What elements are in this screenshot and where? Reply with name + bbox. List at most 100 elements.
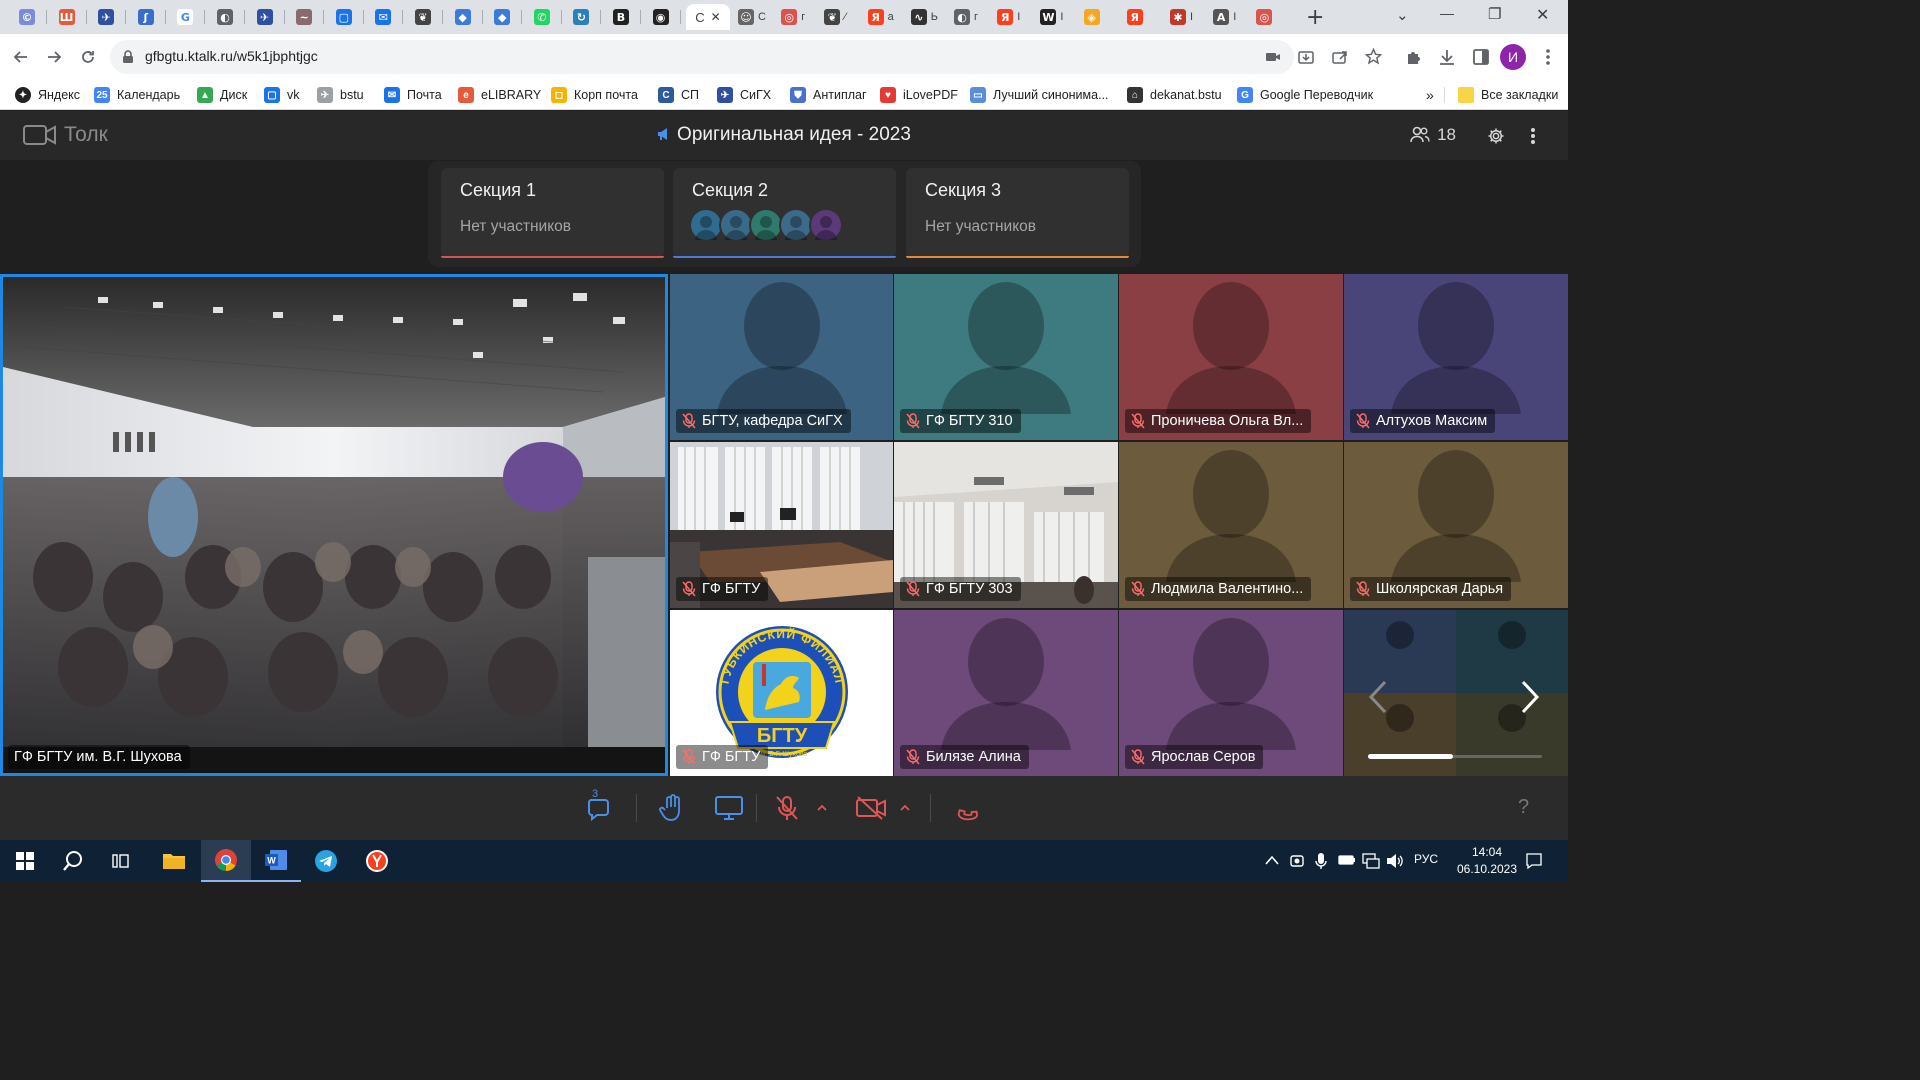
- participant-tile[interactable]: Билязе Алина: [894, 610, 1118, 776]
- participant-tile[interactable]: Проничева Ольга Вл...: [1119, 274, 1343, 440]
- profile-avatar[interactable]: И: [1500, 44, 1526, 70]
- back-button[interactable]: [6, 42, 36, 72]
- browser-tab[interactable]: B: [604, 4, 638, 30]
- bookmarks-overflow-button[interactable]: »: [1426, 85, 1434, 105]
- participant-tile[interactable]: ГУБКИНСКИЙ ФИЛИАЛ БГТУ им. В.Г. Шухова ГФ Б…: [670, 610, 893, 776]
- participant-tile[interactable]: Людмила Валентино...: [1119, 442, 1343, 608]
- active-tab[interactable]: С ✕: [686, 4, 730, 30]
- forward-button[interactable]: [39, 42, 69, 72]
- lock-icon[interactable]: [122, 50, 134, 64]
- browser-tab[interactable]: ◎: [1254, 4, 1288, 30]
- network-icon[interactable]: [1362, 853, 1380, 869]
- new-tab-button[interactable]: +: [1306, 5, 1324, 30]
- browser-tab[interactable]: ✱ I: [1168, 4, 1202, 30]
- camera-tray-icon[interactable]: [1290, 853, 1304, 869]
- bookmark-item[interactable]: ♥ iLovePDF: [880, 85, 958, 105]
- browser-tab[interactable]: ◆: [485, 4, 519, 30]
- browser-tab[interactable]: ~: [287, 4, 321, 30]
- install-app-icon[interactable]: [1298, 49, 1314, 65]
- browser-tab[interactable]: ✆: [525, 4, 559, 30]
- maximize-button[interactable]: ❐: [1488, 5, 1501, 23]
- browser-tab[interactable]: ✈: [248, 4, 282, 30]
- participant-tile[interactable]: Школярская Дарья: [1344, 442, 1568, 608]
- bookmark-item[interactable]: ◻ Корп почта: [551, 85, 638, 105]
- browser-tab[interactable]: ❦: [406, 4, 440, 30]
- participant-tile[interactable]: Ярослав Серов: [1119, 610, 1343, 776]
- tab-search-button[interactable]: ⌄: [1396, 6, 1409, 24]
- browser-tab[interactable]: ЯI: [995, 4, 1029, 30]
- section-card-3[interactable]: Секция 3 Нет участников: [906, 168, 1129, 258]
- taskbar-yandex-browser[interactable]: [352, 840, 402, 882]
- browser-tab[interactable]: G: [168, 4, 202, 30]
- side-panel-icon[interactable]: [1472, 48, 1490, 66]
- browser-tab[interactable]: ◉: [644, 4, 678, 30]
- camera-in-use-icon[interactable]: [1265, 50, 1281, 64]
- participant-tile[interactable]: ГФ БГТУ: [670, 442, 893, 608]
- taskbar-telegram[interactable]: [301, 840, 351, 882]
- all-bookmarks-button[interactable]: Все закладки: [1458, 85, 1558, 105]
- microphone-toggle-button[interactable]: [770, 792, 804, 824]
- chat-button[interactable]: 3: [584, 788, 618, 824]
- participant-tile[interactable]: ГФ БГТУ 303: [894, 442, 1118, 608]
- main-speaker-tile[interactable]: ГФ БГТУ им. В.Г. Шухова: [0, 274, 668, 776]
- bookmark-item[interactable]: ✈ bstu: [317, 85, 364, 105]
- bookmark-star-icon[interactable]: [1365, 48, 1382, 65]
- browser-tab[interactable]: ◎ г: [779, 4, 813, 30]
- section-card-2[interactable]: Секция 2: [673, 168, 896, 258]
- browser-tab[interactable]: ◈: [1082, 4, 1116, 30]
- browser-tab[interactable]: ✈: [89, 4, 123, 30]
- taskbar-explorer[interactable]: [149, 840, 199, 882]
- microphone-options-chevron-icon[interactable]: [817, 804, 827, 811]
- participant-tile[interactable]: БГТУ, кафедра СиГХ: [670, 274, 893, 440]
- browser-tab[interactable]: WI: [1038, 4, 1072, 30]
- notifications-icon[interactable]: [1525, 852, 1543, 870]
- downloads-icon[interactable]: [1438, 48, 1456, 66]
- input-language[interactable]: РУС: [1414, 852, 1438, 866]
- bookmark-item[interactable]: ▭ Лучший синонима...: [970, 85, 1109, 105]
- screen-share-button[interactable]: [712, 792, 746, 824]
- taskbar-word[interactable]: W: [251, 840, 301, 882]
- bookmark-item[interactable]: C СП: [658, 85, 699, 105]
- help-button[interactable]: ?: [1518, 796, 1529, 819]
- bookmark-item[interactable]: ⌂ dekanat.bstu: [1127, 85, 1222, 105]
- bookmark-item[interactable]: e eLIBRARY: [458, 85, 541, 105]
- browser-tab[interactable]: ◐: [208, 4, 242, 30]
- browser-tab[interactable]: AI: [1211, 4, 1245, 30]
- task-view-button[interactable]: [97, 840, 147, 882]
- raise-hand-button[interactable]: [655, 792, 689, 824]
- previous-page-chevron-icon[interactable]: [1368, 680, 1388, 714]
- browser-tab[interactable]: Ш: [50, 4, 84, 30]
- browser-tab[interactable]: ✉: [366, 4, 400, 30]
- bookmark-item[interactable]: 25 Календарь: [94, 85, 180, 105]
- section-card-1[interactable]: Секция 1 Нет участников: [441, 168, 664, 258]
- clock[interactable]: 14:04 06.10.2023: [1457, 845, 1517, 876]
- address-bar[interactable]: gfbgtu.ktalk.ru/w5k1jbphtjgc: [110, 40, 1382, 74]
- more-menu-icon[interactable]: [1530, 127, 1536, 145]
- browser-tab[interactable]: Яa: [866, 4, 900, 30]
- url-text[interactable]: gfbgtu.ktalk.ru/w5k1jbphtjgc: [145, 48, 318, 64]
- browser-tab[interactable]: ▢: [327, 4, 361, 30]
- bookmark-item[interactable]: ▲ Диск: [197, 85, 247, 105]
- camera-toggle-button[interactable]: [854, 792, 888, 824]
- next-page-chevron-icon[interactable]: [1520, 680, 1540, 714]
- browser-menu-icon[interactable]: [1545, 48, 1551, 66]
- search-button[interactable]: [48, 840, 98, 882]
- bookmark-item[interactable]: ✉ Почта: [384, 85, 442, 105]
- extensions-puzzle-icon[interactable]: [1405, 48, 1423, 66]
- camera-options-chevron-icon[interactable]: [900, 804, 910, 811]
- volume-icon[interactable]: [1386, 853, 1404, 869]
- close-window-button[interactable]: ✕: [1536, 5, 1549, 24]
- minimize-button[interactable]: —: [1440, 5, 1454, 21]
- settings-gear-icon[interactable]: [1487, 127, 1505, 145]
- browser-tab[interactable]: ◆: [446, 4, 480, 30]
- participant-tile[interactable]: Алтухов Максим: [1344, 274, 1568, 440]
- battery-icon[interactable]: [1338, 854, 1356, 866]
- browser-tab[interactable]: ❦ ⁄: [822, 4, 856, 30]
- microphone-tray-icon[interactable]: [1315, 852, 1327, 870]
- close-tab-icon[interactable]: ✕: [711, 10, 721, 24]
- bookmark-item[interactable]: G Google Переводчик: [1237, 85, 1373, 105]
- reload-button[interactable]: [73, 42, 103, 72]
- start-button[interactable]: [0, 840, 50, 882]
- participants-button[interactable]: 18: [1410, 125, 1456, 145]
- browser-tab[interactable]: ʃ: [129, 4, 163, 30]
